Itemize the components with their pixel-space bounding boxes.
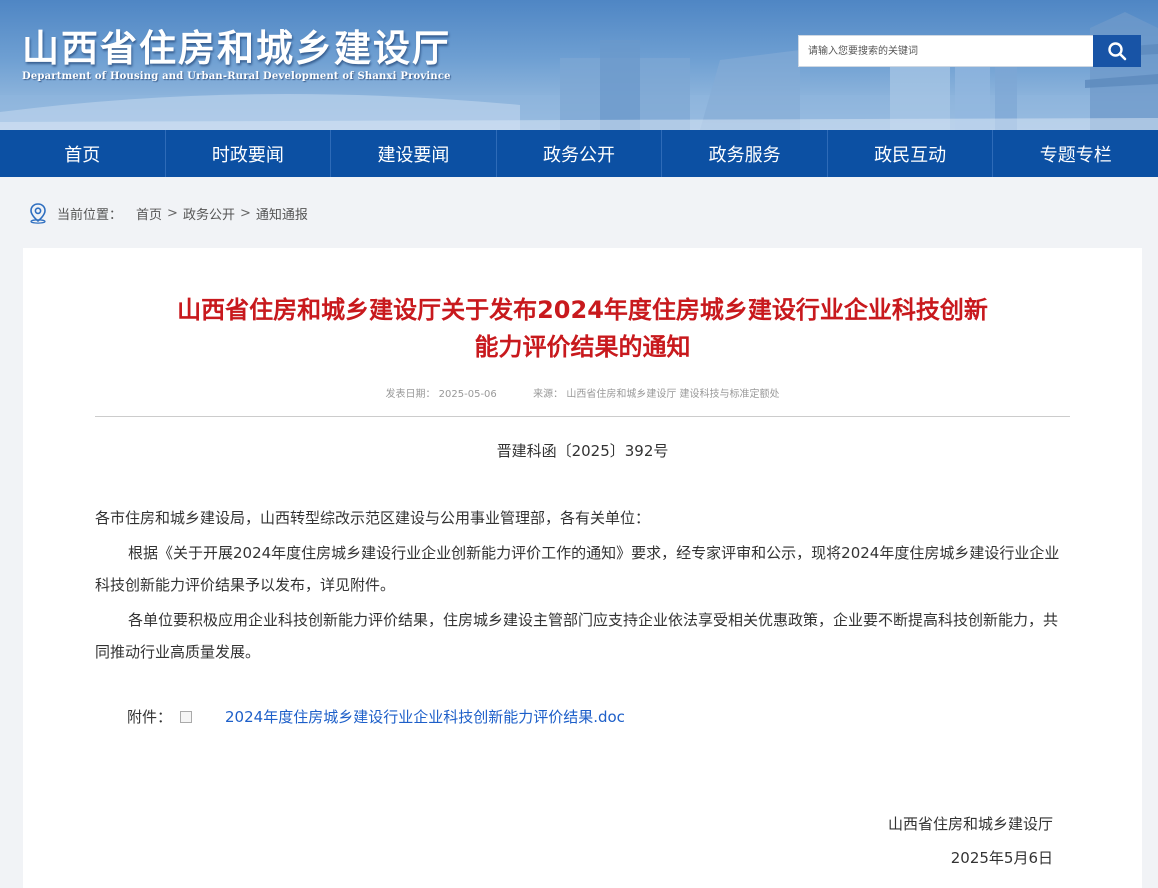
nav-item-construction-news[interactable]: 建设要闻	[331, 130, 497, 177]
site-title: 山西省住房和城乡建设厅	[22, 26, 451, 70]
site-header: 山西省住房和城乡建设厅 Department of Housing and Ur…	[0, 0, 1158, 130]
breadcrumb: 当前位置： 首页 > 政务公开 > 通知通报	[27, 202, 308, 224]
signature-org: 山西省住房和城乡建设厅	[887, 815, 1053, 833]
attachment-link[interactable]: 2024年度住房城乡建设行业企业科技创新能力评价结果.doc	[225, 706, 625, 727]
site-subtitle: Department of Housing and Urban-Rural De…	[22, 71, 451, 82]
signature-date: 2025年5月6日	[950, 849, 1053, 867]
body-paragraph: 各单位要积极应用企业科技创新能力评价结果，住房城乡建设主管部门应支持企业依法享受…	[95, 611, 1059, 661]
article-meta: 发表日期： 2025-05-06 来源： 山西省住房和城乡建设厅 建设科技与标准…	[23, 385, 1142, 400]
article-title: 山西省住房和城乡建设厅关于发布2024年度住房城乡建设行业企业科技创新 能力评价结…	[23, 292, 1142, 366]
nav-item-government-disclosure[interactable]: 政务公开	[497, 130, 663, 177]
file-icon	[180, 710, 193, 723]
body-paragraph: 根据《关于开展2024年度住房城乡建设行业企业创新能力评价工作的通知》要求，经专…	[95, 544, 1060, 594]
breadcrumb-label: 当前位置：	[57, 207, 123, 223]
nav-item-politics-news[interactable]: 时政要闻	[166, 130, 332, 177]
search-input[interactable]	[799, 36, 1093, 66]
location-pin-icon	[30, 203, 46, 224]
search-icon	[1108, 42, 1127, 61]
nav-item-public-interaction[interactable]: 政民互动	[828, 130, 994, 177]
article-title-line2: 能力评价结果的通知	[474, 333, 691, 361]
article-panel: 山西省住房和城乡建设厅关于发布2024年度住房城乡建设行业企业科技创新 能力评价结…	[23, 248, 1142, 888]
salutation: 各市住房和城乡建设局，山西转型综改示范区建设与公用事业管理部，各有关单位：	[95, 509, 651, 527]
search-button[interactable]	[1093, 35, 1141, 67]
nav-item-home[interactable]: 首页	[0, 130, 166, 177]
nav-item-special-topics[interactable]: 专题专栏	[993, 130, 1158, 177]
breadcrumb-government-disclosure[interactable]: 政务公开	[183, 204, 235, 223]
source-label: 来源：	[533, 389, 564, 400]
attachment-row: 附件： 2024年度住房城乡建设行业企业科技创新能力评价结果.doc	[127, 706, 625, 727]
attachment-label: 附件：	[127, 708, 173, 726]
breadcrumb-home[interactable]: 首页	[136, 204, 162, 223]
nav-item-government-services[interactable]: 政务服务	[662, 130, 828, 177]
publish-date-label: 发表日期：	[385, 389, 436, 400]
publish-date: 2025-05-06	[438, 389, 497, 400]
breadcrumb-separator: >	[167, 205, 178, 221]
source-value: 山西省住房和城乡建设厅 建设科技与标准定额处	[566, 389, 780, 400]
divider	[95, 416, 1070, 417]
main-nav: 首页 时政要闻 建设要闻 政务公开 政务服务 政民互动 专题专栏	[0, 130, 1158, 177]
search-box	[798, 35, 1141, 67]
breadcrumb-separator: >	[239, 205, 251, 221]
document-number: 晋建科函〔2025〕392号	[496, 442, 669, 460]
breadcrumb-notices[interactable]: 通知通报	[256, 204, 308, 223]
article-title-line1: 山西省住房和城乡建设厅关于发布2024年度住房城乡建设行业企业科技创新	[177, 296, 988, 324]
